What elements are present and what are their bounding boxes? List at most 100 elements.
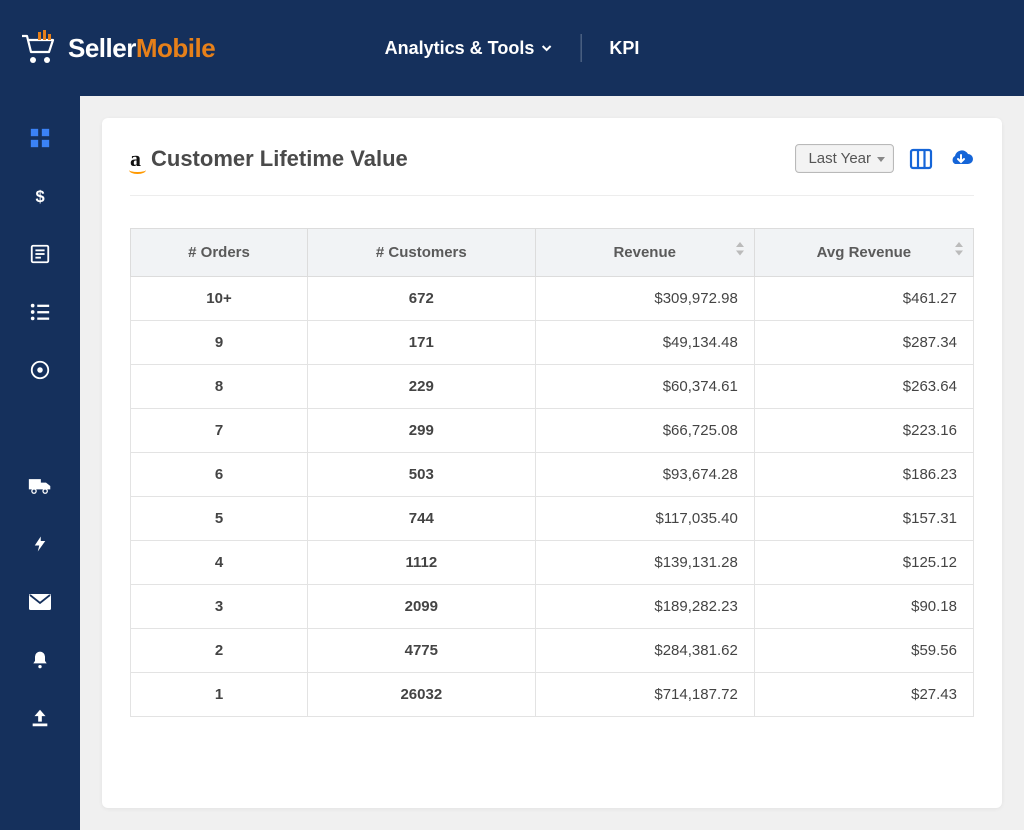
cell-avg-revenue: $287.34 (754, 321, 973, 365)
columns-button[interactable] (908, 146, 934, 172)
cell-customers: 672 (308, 277, 536, 321)
cell-avg-revenue: $461.27 (754, 277, 973, 321)
cell-customers: 229 (308, 365, 536, 409)
cell-avg-revenue: $59.56 (754, 629, 973, 673)
cell-avg-revenue: $90.18 (754, 585, 973, 629)
upload-icon (29, 707, 51, 729)
sidebar-item-reports[interactable] (28, 242, 52, 266)
amazon-icon: a (130, 148, 141, 170)
date-range-select[interactable]: Last Year (795, 144, 894, 173)
bell-icon (30, 649, 50, 671)
card-actions: Last Year (795, 144, 974, 173)
nav-kpi[interactable]: KPI (609, 38, 639, 59)
cloud-download-icon (948, 147, 974, 171)
svg-text:$: $ (36, 188, 45, 206)
date-range-label: Last Year (808, 150, 871, 167)
card-header: a Customer Lifetime Value Last Year (130, 144, 974, 196)
cell-revenue: $284,381.62 (535, 629, 754, 673)
cell-revenue: $49,134.48 (535, 321, 754, 365)
col-orders[interactable]: # Orders (131, 229, 308, 277)
col-avg-revenue[interactable]: Avg Revenue (754, 229, 973, 277)
list-icon (29, 301, 51, 323)
cell-revenue: $93,674.28 (535, 453, 754, 497)
table-row: 32099$189,282.23$90.18 (131, 585, 974, 629)
sidebar-item-alerts[interactable] (28, 648, 52, 672)
table-row: 10+672$309,972.98$461.27 (131, 277, 974, 321)
cell-avg-revenue: $157.31 (754, 497, 973, 541)
cell-orders: 4 (131, 541, 308, 585)
table-row: 8229$60,374.61$263.64 (131, 365, 974, 409)
cell-orders: 6 (131, 453, 308, 497)
grid-icon (29, 127, 51, 149)
clv-table: # Orders # Customers Revenue Avg Revenue… (130, 228, 974, 717)
sidebar-item-list[interactable] (28, 300, 52, 324)
cell-customers: 299 (308, 409, 536, 453)
cell-customers: 2099 (308, 585, 536, 629)
left-sidebar: $ (0, 96, 80, 830)
cell-avg-revenue: $27.43 (754, 673, 973, 717)
cell-orders: 8 (131, 365, 308, 409)
cell-avg-revenue: $223.16 (754, 409, 973, 453)
table-row: 9171$49,134.48$287.34 (131, 321, 974, 365)
document-list-icon (29, 243, 51, 265)
cell-orders: 1 (131, 673, 308, 717)
bolt-icon (31, 533, 49, 555)
nav-kpi-label: KPI (609, 38, 639, 59)
sidebar-item-power[interactable] (28, 532, 52, 556)
nav-center: Analytics & Tools KPI (385, 34, 640, 62)
cell-orders: 2 (131, 629, 308, 673)
cell-orders: 7 (131, 409, 308, 453)
brand-text: SellerMobile (68, 33, 215, 64)
nav-analytics-label: Analytics & Tools (385, 38, 535, 59)
main-content: a Customer Lifetime Value Last Year (80, 96, 1024, 830)
brand-logo[interactable]: SellerMobile (20, 30, 215, 66)
columns-icon (909, 147, 933, 171)
cell-customers: 4775 (308, 629, 536, 673)
col-customers[interactable]: # Customers (308, 229, 536, 277)
cell-avg-revenue: $125.12 (754, 541, 973, 585)
cell-revenue: $309,972.98 (535, 277, 754, 321)
cell-orders: 10+ (131, 277, 308, 321)
table-row: 41112$139,131.28$125.12 (131, 541, 974, 585)
sidebar-item-shipping[interactable] (28, 474, 52, 498)
card-title-wrap: a Customer Lifetime Value (130, 146, 408, 172)
sidebar-item-target[interactable] (28, 358, 52, 382)
cell-avg-revenue: $263.64 (754, 365, 973, 409)
cell-customers: 26032 (308, 673, 536, 717)
table-row: 7299$66,725.08$223.16 (131, 409, 974, 453)
cell-revenue: $189,282.23 (535, 585, 754, 629)
dollar-icon: $ (31, 185, 49, 207)
cell-customers: 1112 (308, 541, 536, 585)
cell-avg-revenue: $186.23 (754, 453, 973, 497)
table-row: 5744$117,035.40$157.31 (131, 497, 974, 541)
table-row: 126032$714,187.72$27.43 (131, 673, 974, 717)
sidebar-item-upload[interactable] (28, 706, 52, 730)
cell-customers: 171 (308, 321, 536, 365)
brand-second: Mobile (136, 33, 215, 63)
cell-revenue: $139,131.28 (535, 541, 754, 585)
table-row: 24775$284,381.62$59.56 (131, 629, 974, 673)
sidebar-item-dashboard[interactable] (28, 126, 52, 150)
cell-revenue: $117,035.40 (535, 497, 754, 541)
clv-card: a Customer Lifetime Value Last Year (102, 118, 1002, 808)
download-button[interactable] (948, 146, 974, 172)
col-revenue[interactable]: Revenue (535, 229, 754, 277)
target-icon (29, 359, 51, 381)
cell-orders: 5 (131, 497, 308, 541)
truck-icon (28, 476, 52, 496)
sidebar-item-finance[interactable]: $ (28, 184, 52, 208)
cell-revenue: $66,725.08 (535, 409, 754, 453)
card-title: Customer Lifetime Value (151, 146, 408, 172)
cell-customers: 744 (308, 497, 536, 541)
cell-customers: 503 (308, 453, 536, 497)
nav-analytics-tools[interactable]: Analytics & Tools (385, 38, 553, 59)
cell-orders: 3 (131, 585, 308, 629)
cell-revenue: $60,374.61 (535, 365, 754, 409)
nav-divider (580, 34, 581, 62)
cart-icon (20, 30, 60, 66)
top-navbar: SellerMobile Analytics & Tools KPI (0, 0, 1024, 96)
envelope-icon (28, 593, 52, 611)
cell-revenue: $714,187.72 (535, 673, 754, 717)
table-header-row: # Orders # Customers Revenue Avg Revenue (131, 229, 974, 277)
sidebar-item-messages[interactable] (28, 590, 52, 614)
